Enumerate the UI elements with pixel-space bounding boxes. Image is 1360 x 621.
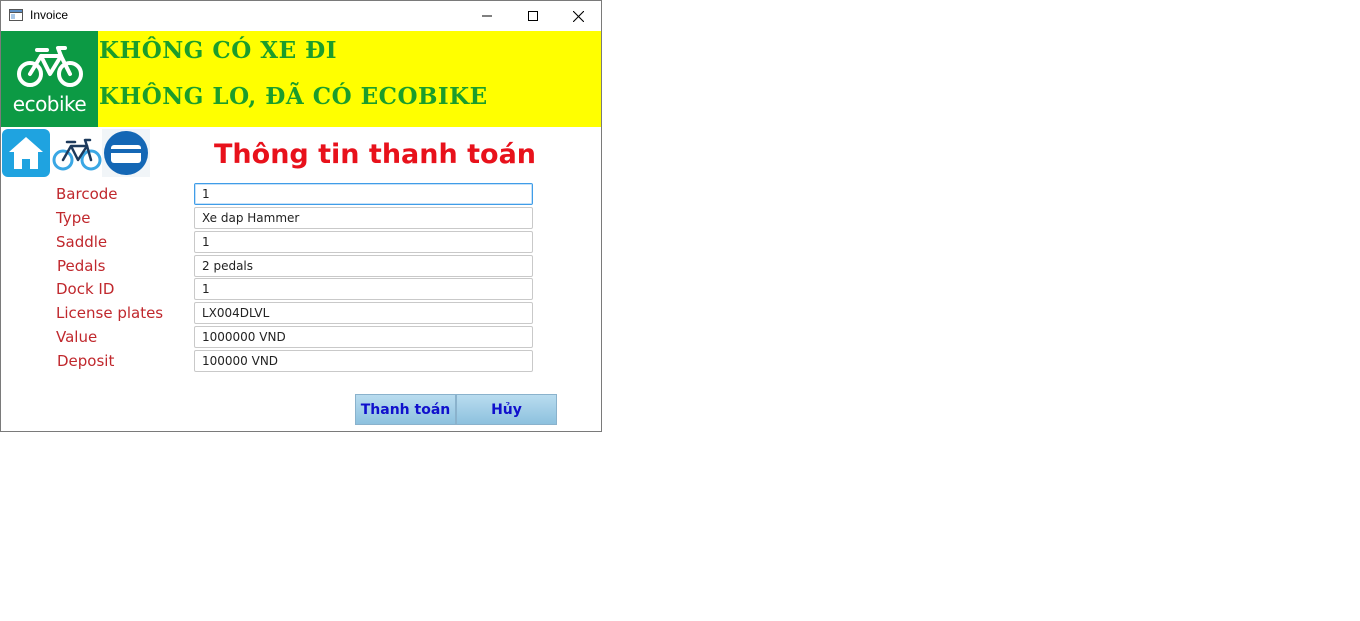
maximize-icon bbox=[528, 11, 538, 21]
saddle-input[interactable] bbox=[194, 231, 533, 253]
title-bar[interactable]: Invoice bbox=[1, 1, 601, 31]
close-button[interactable] bbox=[555, 1, 601, 31]
pedals-input[interactable] bbox=[194, 255, 533, 277]
minimize-icon bbox=[482, 15, 492, 17]
app-window-icon bbox=[9, 9, 23, 21]
type-input[interactable] bbox=[194, 207, 533, 229]
page-title: Thông tin thanh toán bbox=[214, 139, 537, 170]
ecobike-logo: ecobike bbox=[1, 31, 98, 127]
dock-id-label: Dock ID bbox=[56, 280, 115, 298]
card-icon bbox=[102, 129, 150, 177]
banner: ecobike KHÔNG CÓ XE ĐI KHÔNG LO, ĐÃ CÓ E… bbox=[1, 31, 601, 127]
invoice-window: Invoice ecobike KHÔNG CÓ XE ĐI KHÔNG LO,… bbox=[0, 0, 602, 432]
home-nav-button[interactable] bbox=[2, 129, 50, 177]
bike-icon bbox=[52, 138, 102, 171]
minimize-button[interactable] bbox=[464, 1, 510, 31]
slogan-line-1: KHÔNG CÓ XE ĐI bbox=[99, 37, 338, 64]
close-icon bbox=[572, 10, 584, 22]
deposit-input[interactable] bbox=[194, 350, 533, 372]
license-plates-input[interactable] bbox=[194, 302, 533, 324]
logo-bike-icon bbox=[17, 46, 83, 87]
maximize-button[interactable] bbox=[510, 1, 556, 31]
card-nav-button[interactable] bbox=[102, 129, 150, 177]
home-icon bbox=[2, 129, 50, 177]
pedals-label: Pedals bbox=[57, 257, 106, 275]
barcode-input[interactable] bbox=[194, 183, 533, 205]
value-label: Value bbox=[56, 328, 98, 346]
bike-nav-button[interactable] bbox=[52, 129, 102, 177]
dock-id-input[interactable] bbox=[194, 278, 533, 300]
deposit-label: Deposit bbox=[57, 352, 115, 370]
license-plates-label: License plates bbox=[56, 304, 164, 322]
slogan-line-2: KHÔNG LO, ĐÃ CÓ ECOBIKE bbox=[99, 83, 488, 110]
value-input[interactable] bbox=[194, 326, 533, 348]
cancel-button[interactable]: Hủy bbox=[456, 394, 557, 425]
window-title: Invoice bbox=[30, 8, 69, 22]
barcode-label: Barcode bbox=[56, 185, 118, 203]
pay-button[interactable]: Thanh toán bbox=[355, 394, 456, 425]
saddle-label: Saddle bbox=[56, 233, 108, 251]
logo-text: ecobike bbox=[12, 92, 87, 116]
type-label: Type bbox=[56, 209, 91, 227]
